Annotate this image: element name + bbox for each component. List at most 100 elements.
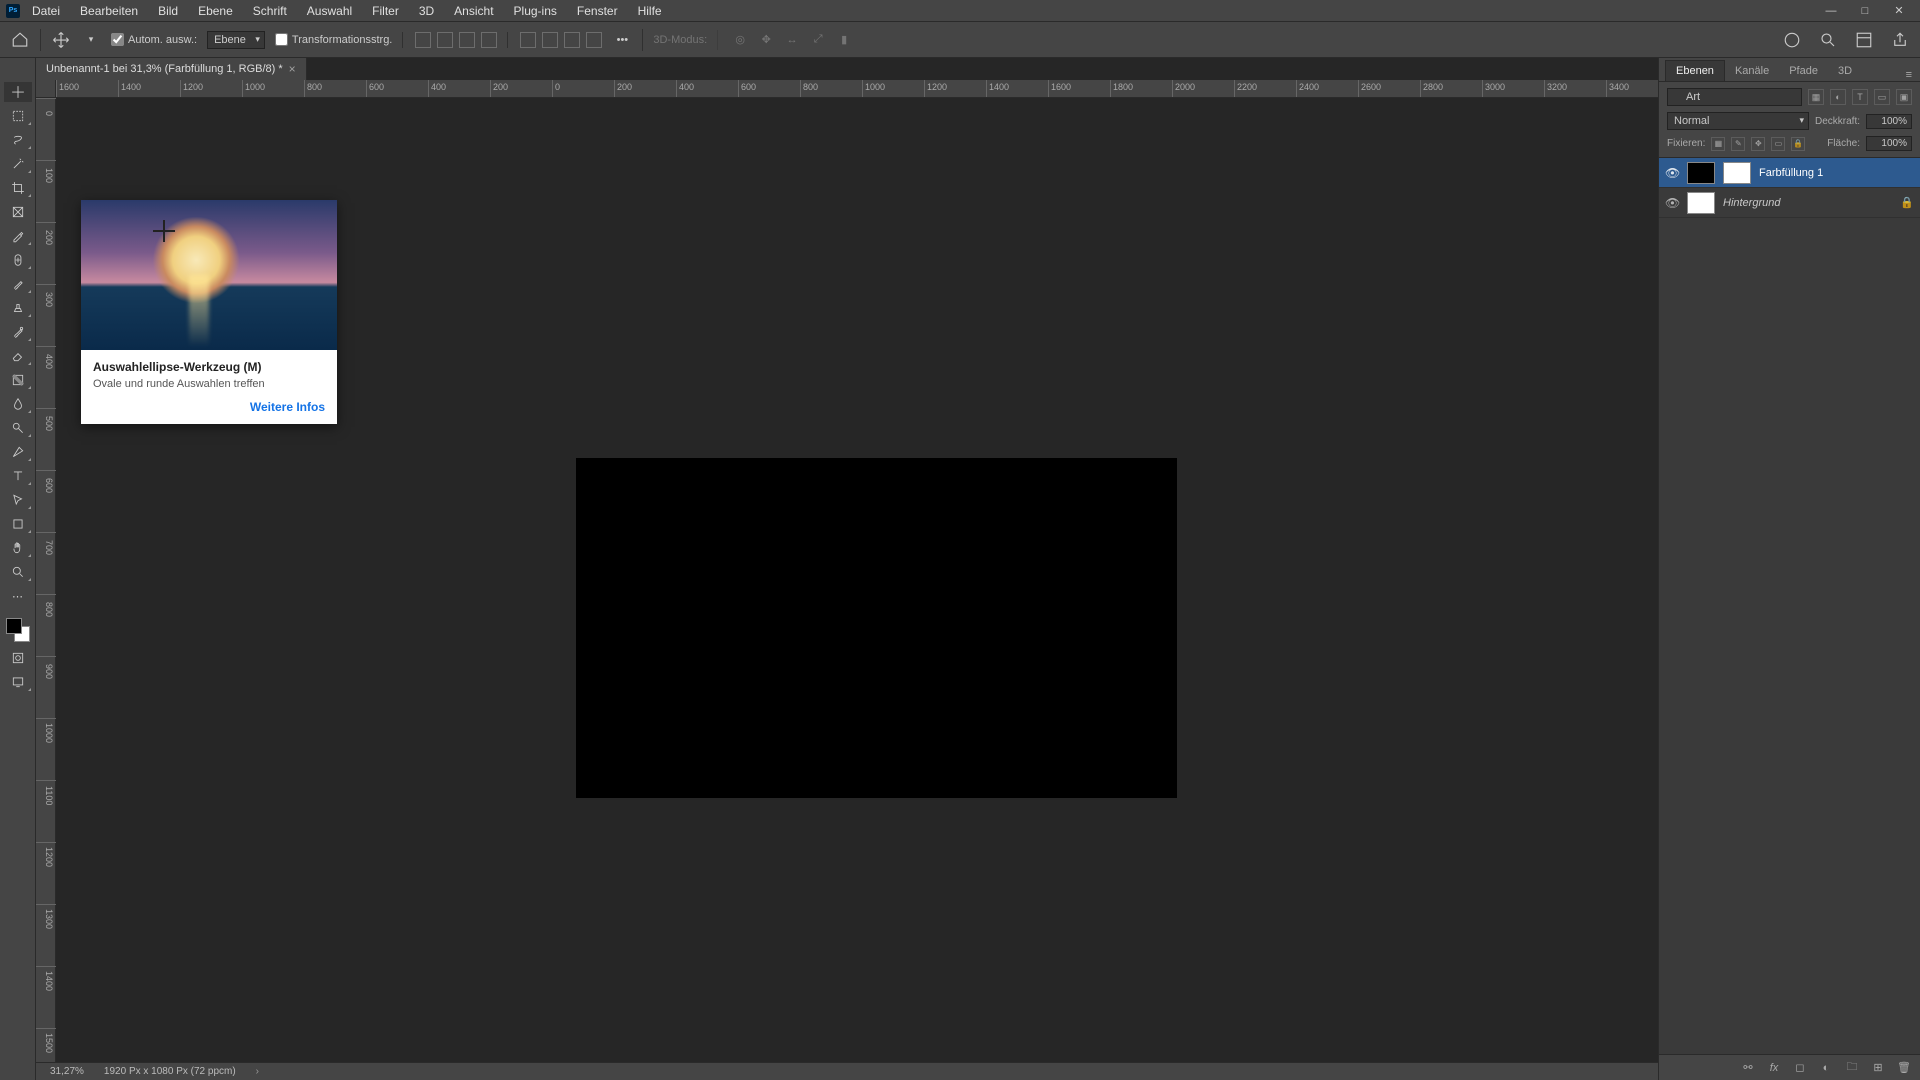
tab-3d[interactable]: 3D bbox=[1828, 61, 1862, 81]
menu-hilfe[interactable]: Hilfe bbox=[630, 2, 670, 20]
lock-image-button[interactable]: ✎ bbox=[1731, 137, 1745, 151]
horizontal-ruler[interactable]: 1600140012001000800600400200020040060080… bbox=[56, 80, 1658, 98]
layer-name[interactable]: Hintergrund bbox=[1723, 197, 1780, 209]
eyedropper-tool[interactable] bbox=[4, 226, 32, 246]
ruler-origin[interactable] bbox=[36, 80, 56, 98]
align-right-button[interactable] bbox=[459, 32, 475, 48]
layer-row[interactable]: 👁 Farbfüllung 1 bbox=[1659, 158, 1920, 188]
window-minimize-button[interactable]: — bbox=[1816, 5, 1846, 17]
magic-wand-tool[interactable] bbox=[4, 154, 32, 174]
filter-smart-icon[interactable]: ▣ bbox=[1896, 89, 1912, 105]
panel-menu-icon[interactable]: ≡ bbox=[1898, 69, 1920, 81]
menu-fenster[interactable]: Fenster bbox=[569, 2, 626, 20]
home-icon[interactable] bbox=[10, 30, 30, 50]
align-top-button[interactable] bbox=[520, 32, 536, 48]
window-maximize-button[interactable]: □ bbox=[1850, 5, 1880, 17]
group-layers-button[interactable]: 🗀 bbox=[1844, 1060, 1860, 1076]
zoom-level[interactable]: 31,27% bbox=[50, 1066, 84, 1077]
tab-ebenen[interactable]: Ebenen bbox=[1665, 60, 1725, 81]
transform-controls-checkbox[interactable]: Transformationsstrg. bbox=[275, 33, 392, 46]
auto-select-target-dropdown[interactable]: Ebene bbox=[207, 31, 265, 49]
marquee-tool[interactable] bbox=[4, 106, 32, 126]
frame-tool[interactable] bbox=[4, 202, 32, 222]
menu-auswahl[interactable]: Auswahl bbox=[299, 2, 360, 20]
lock-transparency-button[interactable]: ▦ bbox=[1711, 137, 1725, 151]
brush-tool[interactable] bbox=[4, 274, 32, 294]
align-hcenter-button[interactable] bbox=[437, 32, 453, 48]
layer-visibility-toggle[interactable]: 👁 bbox=[1665, 196, 1679, 210]
layer-row[interactable]: 👁 Hintergrund 🔒 bbox=[1659, 188, 1920, 218]
layer-style-button[interactable]: fx bbox=[1766, 1060, 1782, 1076]
new-layer-button[interactable]: ⊞ bbox=[1870, 1060, 1886, 1076]
pen-tool[interactable] bbox=[4, 442, 32, 462]
link-layers-button[interactable]: ⚯ bbox=[1740, 1060, 1756, 1076]
menu-bild[interactable]: Bild bbox=[150, 2, 186, 20]
artboard-canvas[interactable] bbox=[576, 458, 1177, 798]
layer-thumbnail[interactable] bbox=[1687, 192, 1715, 214]
document-tab[interactable]: Unbenannt-1 bei 31,3% (Farbfüllung 1, RG… bbox=[36, 58, 307, 80]
filter-pixel-icon[interactable]: ▦ bbox=[1808, 89, 1824, 105]
distribute-h-button[interactable] bbox=[481, 32, 497, 48]
eraser-tool[interactable] bbox=[4, 346, 32, 366]
tooltip-learn-more-link[interactable]: Weitere Infos bbox=[250, 400, 325, 414]
fill-input[interactable]: 100% bbox=[1866, 136, 1912, 151]
blur-tool[interactable] bbox=[4, 394, 32, 414]
menu-filter[interactable]: Filter bbox=[364, 2, 407, 20]
edit-toolbar-button[interactable]: ⋯ bbox=[4, 586, 32, 606]
dodge-tool[interactable] bbox=[4, 418, 32, 438]
gradient-tool[interactable] bbox=[4, 370, 32, 390]
healing-brush-tool[interactable] bbox=[4, 250, 32, 270]
auto-select-checkbox[interactable]: Autom. ausw.: bbox=[111, 33, 197, 46]
menu-bearbeiten[interactable]: Bearbeiten bbox=[72, 2, 146, 20]
tab-pfade[interactable]: Pfade bbox=[1779, 61, 1828, 81]
menu-ebene[interactable]: Ebene bbox=[190, 2, 241, 20]
layer-thumbnail[interactable] bbox=[1687, 162, 1715, 184]
menu-plugins[interactable]: Plug-ins bbox=[506, 2, 565, 20]
window-close-button[interactable]: ✕ bbox=[1884, 4, 1914, 17]
more-align-options-icon[interactable]: ••• bbox=[612, 30, 632, 50]
document-dimensions[interactable]: 1920 Px x 1080 Px (72 ppcm) bbox=[104, 1066, 236, 1077]
menu-datei[interactable]: Datei bbox=[24, 2, 68, 20]
status-info-dropdown-icon[interactable]: › bbox=[256, 1066, 259, 1077]
menu-3d[interactable]: 3D bbox=[411, 2, 442, 20]
lock-position-button[interactable]: ✥ bbox=[1751, 137, 1765, 151]
lasso-tool[interactable] bbox=[4, 130, 32, 150]
filter-shape-icon[interactable]: ▭ bbox=[1874, 89, 1890, 105]
align-vcenter-button[interactable] bbox=[542, 32, 558, 48]
lock-all-button[interactable]: 🔒 bbox=[1791, 137, 1805, 151]
layer-mask-thumbnail[interactable] bbox=[1723, 162, 1751, 184]
foreground-color-swatch[interactable] bbox=[6, 618, 22, 634]
layer-filter-dropdown[interactable]: Art bbox=[1667, 88, 1802, 106]
filter-adjust-icon[interactable]: ◐ bbox=[1830, 89, 1846, 105]
screen-mode-button[interactable] bbox=[4, 672, 32, 692]
lock-artboard-button[interactable]: ▭ bbox=[1771, 137, 1785, 151]
move-tool-icon[interactable] bbox=[51, 30, 71, 50]
vertical-ruler[interactable]: 0100200300400500600700800900100011001200… bbox=[36, 98, 56, 1062]
search-icon[interactable] bbox=[1818, 30, 1838, 50]
blend-mode-dropdown[interactable]: Normal bbox=[1667, 112, 1809, 130]
tab-kanaele[interactable]: Kanäle bbox=[1725, 61, 1779, 81]
delete-layer-button[interactable]: 🗑 bbox=[1896, 1060, 1912, 1076]
layer-mask-button[interactable]: ◻ bbox=[1792, 1060, 1808, 1076]
type-tool[interactable] bbox=[4, 466, 32, 486]
move-tool[interactable] bbox=[4, 82, 32, 102]
layer-name[interactable]: Farbfüllung 1 bbox=[1759, 167, 1823, 179]
tool-preset-dropdown-icon[interactable]: ▾ bbox=[81, 30, 101, 50]
menu-schrift[interactable]: Schrift bbox=[245, 2, 295, 20]
adjustment-layer-button[interactable]: ◐ bbox=[1818, 1060, 1834, 1076]
workspace-switcher-icon[interactable] bbox=[1854, 30, 1874, 50]
close-icon[interactable]: × bbox=[289, 62, 296, 76]
color-swatches[interactable] bbox=[4, 616, 32, 644]
distribute-v-button[interactable] bbox=[586, 32, 602, 48]
align-left-button[interactable] bbox=[415, 32, 431, 48]
cloud-docs-icon[interactable] bbox=[1782, 30, 1802, 50]
canvas-area[interactable]: 1600140012001000800600400200020040060080… bbox=[36, 58, 1658, 1080]
zoom-tool[interactable] bbox=[4, 562, 32, 582]
layer-visibility-toggle[interactable]: 👁 bbox=[1665, 166, 1679, 180]
quick-mask-button[interactable] bbox=[4, 648, 32, 668]
opacity-input[interactable]: 100% bbox=[1866, 114, 1912, 129]
filter-type-icon[interactable]: T bbox=[1852, 89, 1868, 105]
lock-icon[interactable]: 🔒 bbox=[1900, 196, 1914, 209]
menu-ansicht[interactable]: Ansicht bbox=[446, 2, 501, 20]
clone-stamp-tool[interactable] bbox=[4, 298, 32, 318]
